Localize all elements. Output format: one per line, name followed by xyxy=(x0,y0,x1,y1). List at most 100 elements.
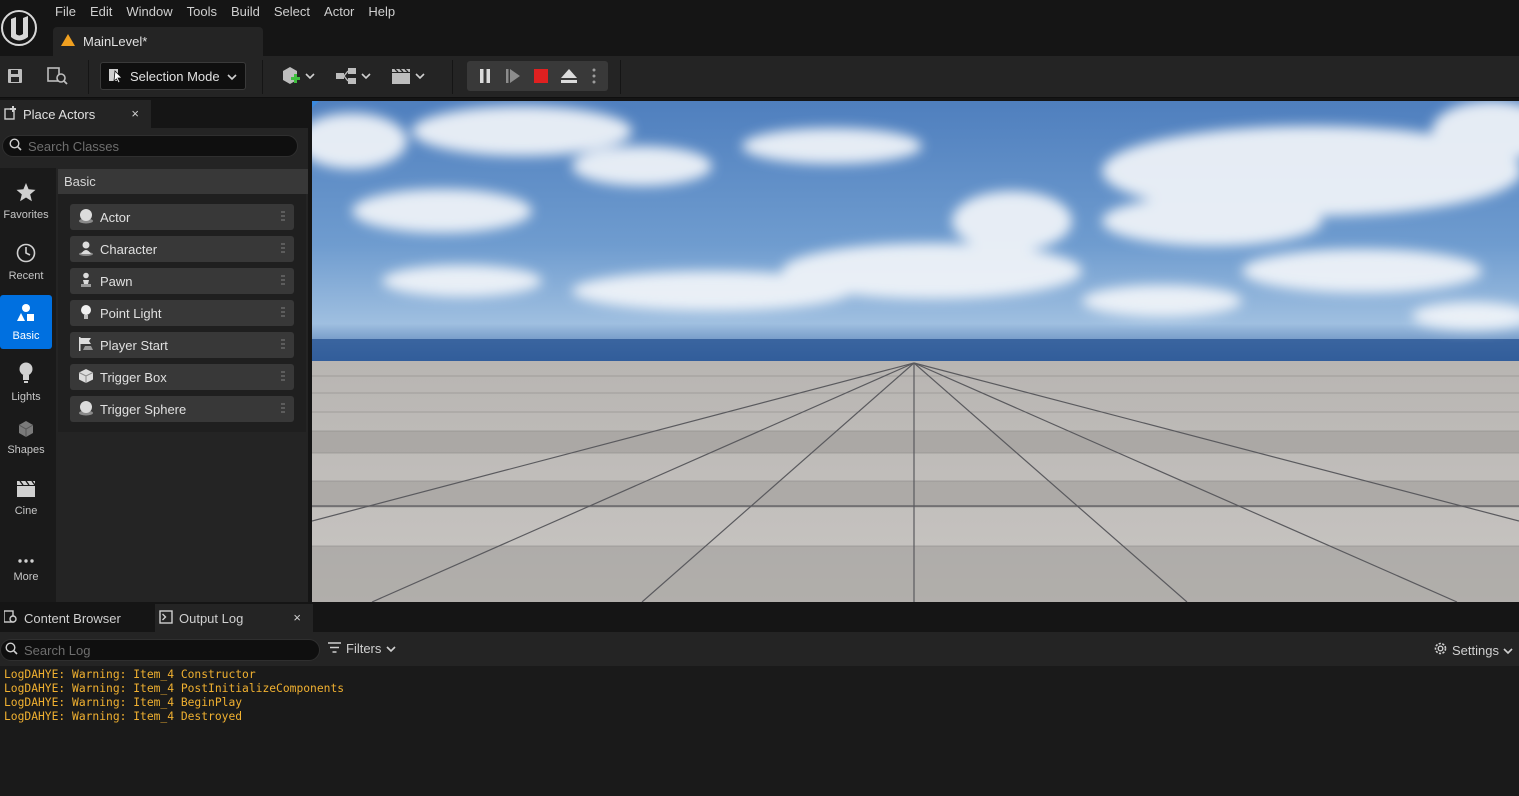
actor-list: Actor Character Pawn Point Light Player … xyxy=(58,194,306,432)
more-dots-icon xyxy=(18,555,34,567)
actor-item-label: Trigger Sphere xyxy=(100,401,187,417)
menu-window[interactable]: Window xyxy=(119,0,179,24)
drag-grip-icon[interactable] xyxy=(281,210,285,224)
drag-grip-icon[interactable] xyxy=(281,306,285,320)
play-options-button[interactable] xyxy=(587,64,601,90)
category-lights[interactable]: Lights xyxy=(0,355,52,409)
search-icon xyxy=(9,138,22,154)
actor-item-point-light[interactable]: Point Light xyxy=(70,300,294,326)
search-classes-input[interactable] xyxy=(28,138,278,154)
blueprint-button[interactable] xyxy=(334,64,374,90)
cinematics-button[interactable] xyxy=(390,64,430,90)
category-recent[interactable]: Recent xyxy=(0,235,52,289)
stop-button[interactable] xyxy=(531,64,551,90)
actor-item-pawn[interactable]: Pawn xyxy=(70,268,294,294)
category-cine[interactable]: Cine xyxy=(0,471,52,525)
step-frame-button[interactable] xyxy=(503,64,523,90)
menu-actor[interactable]: Actor xyxy=(317,0,361,24)
actor-item-trigger-sphere[interactable]: Trigger Sphere xyxy=(70,396,294,422)
category-bar: Favorites Recent Basic Lights Shapes Cin… xyxy=(0,168,56,602)
level-warning-icon xyxy=(61,34,75,49)
toolbar-divider xyxy=(88,60,89,94)
clapper-icon xyxy=(16,480,36,501)
select-arrow-icon xyxy=(109,67,123,86)
drag-grip-icon[interactable] xyxy=(281,402,285,416)
log-line: LogDAHYE: Warning: Item_4 Destroyed xyxy=(4,710,243,723)
actor-item-player-start[interactable]: Player Start xyxy=(70,332,294,358)
chevron-down-icon xyxy=(1503,643,1513,658)
bottom-panel-tabs: Content Browser Output Log × xyxy=(0,604,1519,632)
tab-output-log[interactable]: Output Log × xyxy=(155,604,313,632)
menu-edit[interactable]: Edit xyxy=(83,0,119,24)
tab-content-browser[interactable]: Content Browser xyxy=(0,604,150,632)
search-classes-box xyxy=(2,135,298,157)
category-favorites[interactable]: Favorites xyxy=(0,175,52,229)
actor-item-label: Point Light xyxy=(100,305,162,321)
category-label: More xyxy=(13,571,39,583)
category-label: Lights xyxy=(11,390,41,403)
step-forward-icon xyxy=(505,68,521,87)
sphere-icon xyxy=(78,400,94,419)
eject-button[interactable] xyxy=(559,64,579,90)
filters-label: Filters xyxy=(346,641,382,656)
filter-icon xyxy=(328,641,341,656)
pause-icon xyxy=(478,68,492,87)
actor-item-trigger-box[interactable]: Trigger Box xyxy=(70,364,294,390)
actor-item-character[interactable]: Character xyxy=(70,236,294,262)
star-icon xyxy=(16,183,36,205)
category-more[interactable]: More xyxy=(0,542,52,596)
settings-dropdown[interactable]: Settings xyxy=(1433,641,1513,659)
category-label: Favorites xyxy=(3,209,49,221)
actor-item-label: Pawn xyxy=(100,273,133,289)
basic-shapes-icon xyxy=(16,303,36,326)
output-log-icon xyxy=(159,609,173,627)
category-basic[interactable]: Basic xyxy=(0,295,52,349)
menu-build[interactable]: Build xyxy=(224,0,267,24)
drag-grip-icon[interactable] xyxy=(281,370,285,384)
place-actors-icon xyxy=(4,105,18,123)
menu-help[interactable]: Help xyxy=(361,0,402,24)
toolbar-divider xyxy=(452,60,453,94)
drag-grip-icon[interactable] xyxy=(281,242,285,256)
category-shapes[interactable]: Shapes xyxy=(0,411,52,465)
pawn-icon xyxy=(78,272,94,291)
save-button[interactable] xyxy=(4,64,26,90)
level-tab[interactable]: MainLevel* xyxy=(53,27,263,56)
place-actors-tab[interactable]: Place Actors × xyxy=(0,100,151,128)
search-log-box xyxy=(0,639,320,661)
vertical-dots-icon xyxy=(592,68,596,87)
stop-icon xyxy=(534,68,548,86)
output-log-panel: Filters Settings LogDAHYE: Warning: Item… xyxy=(0,632,1519,796)
drag-grip-icon[interactable] xyxy=(281,274,285,288)
selection-mode-dropdown[interactable]: Selection Mode xyxy=(100,62,246,90)
character-icon xyxy=(78,240,94,259)
content-browser-button[interactable] xyxy=(46,64,70,90)
toolbar-divider xyxy=(620,60,621,94)
place-actors-tab-label: Place Actors xyxy=(23,106,96,122)
toolbar-divider xyxy=(262,60,263,94)
search-log-input[interactable] xyxy=(24,642,274,658)
menu-file[interactable]: File xyxy=(48,0,83,24)
blueprint-nodes-icon xyxy=(334,65,374,90)
chevron-down-icon xyxy=(386,641,396,656)
actor-item-actor[interactable]: Actor xyxy=(70,204,294,230)
menu-tools[interactable]: Tools xyxy=(180,0,224,24)
level-viewport[interactable] xyxy=(312,101,1519,602)
menu-select[interactable]: Select xyxy=(267,0,317,24)
clapper-icon xyxy=(390,65,430,90)
close-output-log-icon[interactable]: × xyxy=(293,610,301,625)
category-label: Cine xyxy=(14,504,38,517)
main-toolbar: Selection Mode xyxy=(0,56,1519,98)
actor-item-label: Character xyxy=(100,241,158,257)
filters-dropdown[interactable]: Filters xyxy=(328,641,396,656)
level-tab-label: MainLevel* xyxy=(83,34,148,49)
actor-item-label: Actor xyxy=(100,209,131,225)
unreal-logo-icon[interactable] xyxy=(0,4,38,48)
drag-grip-icon[interactable] xyxy=(281,338,285,352)
pause-button[interactable] xyxy=(475,64,495,90)
close-place-actors-icon[interactable]: × xyxy=(131,106,139,121)
output-log-toolbar: Filters Settings xyxy=(0,632,1519,666)
add-cube-icon xyxy=(280,65,318,90)
content-browser-icon xyxy=(3,609,18,627)
add-actor-button[interactable] xyxy=(280,64,318,90)
